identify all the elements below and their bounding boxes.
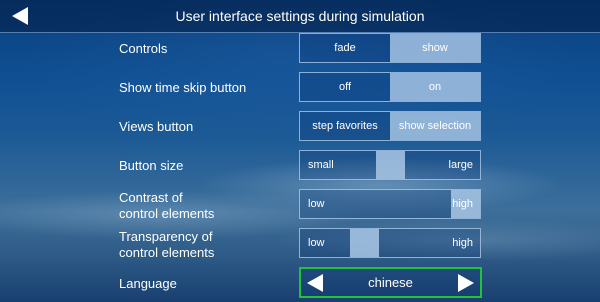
transparency-label-line1: Transparency of xyxy=(119,229,213,244)
time-skip-toggle: off on xyxy=(299,72,481,102)
views-button-label: Views button xyxy=(119,119,194,134)
button-size-slider[interactable]: small large xyxy=(299,150,481,180)
contrast-label-line1: Contrast of xyxy=(119,190,183,205)
arrow-right-icon xyxy=(458,274,474,292)
button-size-max-label: large xyxy=(448,159,473,171)
transparency-min-label: low xyxy=(308,237,325,249)
transparency-label-line2: control elements xyxy=(119,245,215,260)
language-value: chinese xyxy=(368,275,413,290)
button-size-label: Button size xyxy=(119,158,184,173)
time-skip-option-on[interactable]: on xyxy=(390,73,480,101)
language-label: Language xyxy=(119,276,177,291)
controls-label: Controls xyxy=(119,41,168,56)
button-size-slider-thumb[interactable] xyxy=(376,151,405,179)
time-skip-label: Show time skip button xyxy=(119,80,247,95)
contrast-min-label: low xyxy=(308,198,325,210)
views-option-show-selection[interactable]: show selection xyxy=(390,112,480,140)
transparency-slider[interactable]: low high xyxy=(299,228,481,258)
views-button-toggle: step favorites show selection xyxy=(299,111,481,141)
page-title: User interface settings during simulatio… xyxy=(175,8,425,24)
controls-option-show[interactable]: show xyxy=(390,34,480,62)
controls-toggle: fade show xyxy=(299,33,481,63)
contrast-slider[interactable]: low high xyxy=(299,189,481,219)
transparency-label: Transparency of control elements xyxy=(119,229,289,261)
contrast-max-label: high xyxy=(452,198,473,210)
contrast-label-line2: control elements xyxy=(119,206,215,221)
contrast-label: Contrast of control elements xyxy=(119,190,289,222)
controls-option-fade[interactable]: fade xyxy=(300,34,390,62)
language-selector: chinese xyxy=(299,267,482,298)
time-skip-option-off[interactable]: off xyxy=(300,73,390,101)
transparency-slider-thumb[interactable] xyxy=(350,229,379,257)
header-bar: User interface settings during simulatio… xyxy=(0,0,600,33)
transparency-max-label: high xyxy=(452,237,473,249)
button-size-min-label: small xyxy=(308,159,334,171)
language-next-button[interactable] xyxy=(457,274,475,292)
views-option-step-favorites[interactable]: step favorites xyxy=(300,112,390,140)
